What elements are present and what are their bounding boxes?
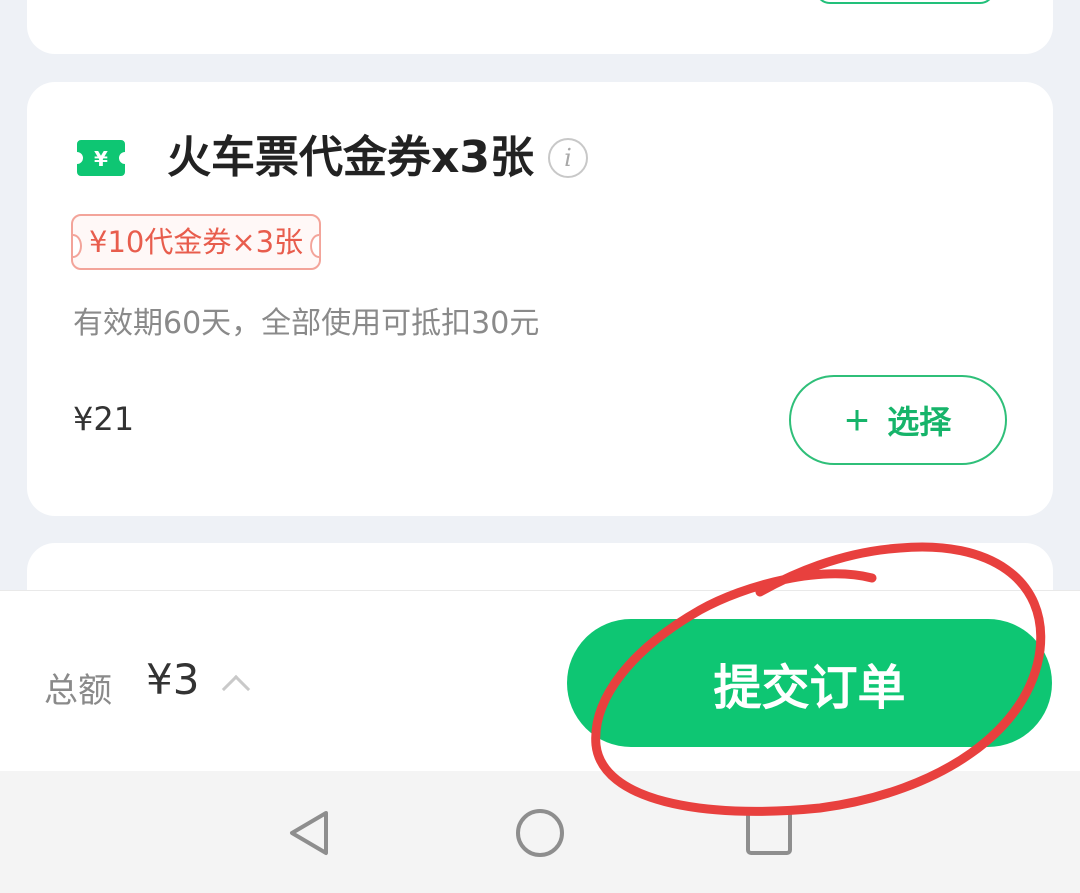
system-nav-bar — [0, 771, 1080, 893]
ticket-icon: ¥ — [77, 140, 125, 176]
product-title-row: ¥ 火车票代金券x3张 i — [75, 130, 588, 186]
nav-back-icon[interactable] — [282, 805, 338, 861]
order-page: ¥ 火车票代金券x3张 i ¥10代金券×3张 有效期60天，全部使用可抵扣30… — [0, 0, 1080, 893]
plus-icon: + — [844, 396, 870, 443]
select-button[interactable]: + 选择 — [789, 375, 1007, 465]
previous-card-button[interactable] — [815, 0, 995, 4]
nav-home-icon[interactable] — [512, 805, 568, 861]
info-icon[interactable]: i — [548, 138, 588, 178]
nav-recents-icon[interactable] — [742, 805, 798, 861]
product-description: 有效期60天，全部使用可抵扣30元 — [73, 306, 540, 341]
coupon-tag: ¥10代金券×3张 — [71, 214, 322, 270]
select-button-label: 选择 — [887, 404, 952, 440]
product-price: ¥21 — [73, 400, 135, 438]
ticket-icon-symbol: ¥ — [94, 147, 108, 171]
coupon-tag-label: ¥10代金券×3张 — [71, 214, 322, 270]
checkout-bar: 总额 ¥3 提交订单 — [0, 590, 1080, 771]
product-title: 火车票代金券x3张 — [167, 132, 534, 183]
product-card: ¥ 火车票代金券x3张 i ¥10代金券×3张 有效期60天，全部使用可抵扣30… — [27, 82, 1053, 516]
chevron-up-icon[interactable] — [221, 674, 251, 704]
total-value: ¥3 — [146, 655, 200, 704]
submit-order-button[interactable]: 提交订单 — [567, 619, 1052, 747]
previous-card — [27, 0, 1053, 54]
total-label: 总额 — [44, 671, 112, 711]
